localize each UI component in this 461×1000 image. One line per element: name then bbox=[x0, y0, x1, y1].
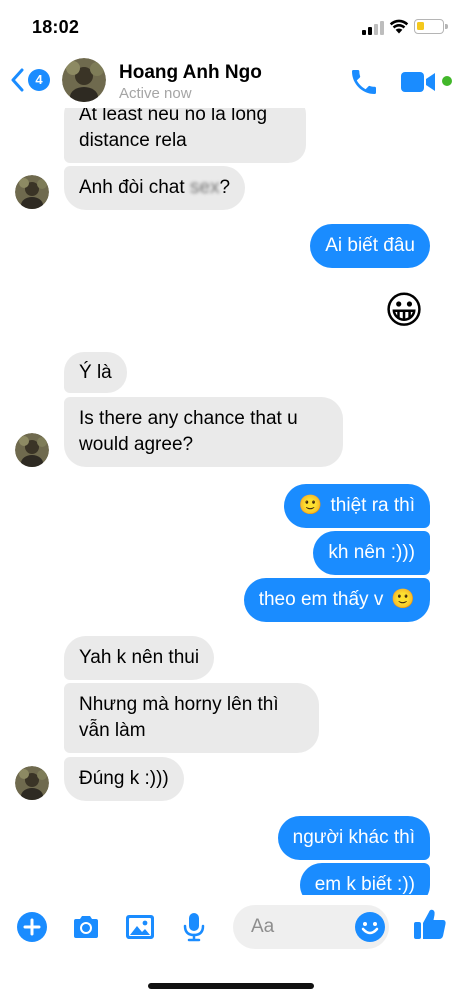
contact-status: Active now bbox=[119, 85, 192, 102]
message-text: Đúng k :))) bbox=[79, 768, 169, 789]
cellular-signal-icon bbox=[362, 21, 384, 35]
incoming-message[interactable]: Is there any chance that u would agree? bbox=[64, 397, 343, 467]
contact-avatar[interactable] bbox=[62, 58, 106, 102]
incoming-message[interactable]: Ý là bbox=[64, 352, 127, 393]
plus-icon bbox=[17, 912, 47, 942]
status-time: 18:02 bbox=[32, 17, 80, 37]
message-text: theo em thấy v bbox=[258, 589, 384, 610]
video-camera-icon bbox=[401, 72, 435, 92]
message-text: kh nên :))) bbox=[328, 542, 415, 563]
camera-button[interactable] bbox=[70, 911, 102, 943]
call-button[interactable] bbox=[348, 66, 380, 98]
message-text: At least neu no la long distance rela bbox=[79, 104, 268, 151]
outgoing-message[interactable]: kh nên :))) bbox=[313, 531, 430, 575]
message-text: Nhưng mà horny lên thì vẫn làm bbox=[79, 694, 279, 741]
incoming-message[interactable]: Yah k nên thui bbox=[64, 636, 215, 680]
like-button[interactable] bbox=[412, 907, 448, 943]
contact-avatar[interactable] bbox=[15, 175, 49, 209]
battery-icon bbox=[414, 19, 448, 34]
microphone-icon bbox=[183, 913, 205, 942]
outgoing-message[interactable]: Ai biết đâu bbox=[310, 224, 430, 268]
emoji-button[interactable] bbox=[354, 911, 386, 943]
conversation-header: 4 Hoang Anh Ngo Active now bbox=[0, 52, 461, 108]
contact-name[interactable]: Hoang Anh Ngo bbox=[119, 62, 262, 84]
emoji-message[interactable]: 😀 bbox=[382, 289, 426, 333]
censored-word: sex bbox=[189, 177, 220, 198]
battery-level bbox=[417, 22, 424, 30]
unread-count-badge: 4 bbox=[28, 69, 50, 91]
message-text: Yah k nên thui bbox=[79, 647, 200, 668]
more-actions-button[interactable] bbox=[16, 911, 48, 943]
back-button[interactable]: 4 bbox=[10, 64, 50, 94]
message-text: thiệt ra thì bbox=[330, 495, 416, 516]
smiley-icon bbox=[355, 912, 385, 942]
outgoing-message[interactable]: theo em thấy v 🙂 bbox=[243, 578, 430, 622]
incoming-message[interactable]: Anh đòi chat sex? bbox=[64, 166, 246, 210]
wifi-icon bbox=[389, 18, 409, 34]
incoming-message[interactable]: Đúng k :))) bbox=[64, 757, 184, 801]
contact-avatar[interactable] bbox=[15, 766, 49, 800]
thumbs-up-icon bbox=[414, 909, 446, 939]
message-thread[interactable]: At least neu no la long distance rela An… bbox=[0, 0, 461, 907]
back-chevron-icon bbox=[11, 68, 24, 92]
outgoing-message[interactable]: người khác thì bbox=[277, 816, 430, 860]
home-indicator bbox=[148, 983, 314, 989]
camera-icon bbox=[74, 916, 98, 938]
slightly-smiling-emoji: 🙂 bbox=[298, 495, 323, 516]
message-text: Anh đòi chat bbox=[79, 177, 190, 198]
gallery-button[interactable] bbox=[124, 911, 156, 943]
message-text: người khác thì bbox=[292, 827, 415, 848]
message-text: Is there any chance that u would agree? bbox=[79, 408, 298, 455]
status-bar: 18:02 bbox=[0, 0, 461, 52]
active-status-dot bbox=[442, 76, 452, 86]
message-text-end: ? bbox=[219, 177, 231, 198]
message-composer bbox=[0, 895, 461, 1000]
slightly-smiling-emoji: 🙂 bbox=[391, 589, 415, 610]
incoming-message[interactable]: Nhưng mà horny lên thì vẫn làm bbox=[64, 683, 319, 753]
grinning-face-emoji: 😀 bbox=[384, 290, 424, 332]
image-icon bbox=[126, 915, 154, 939]
message-text: Ai biết đâu bbox=[325, 235, 415, 256]
phone-icon bbox=[352, 70, 376, 94]
message-text: Ý là bbox=[79, 361, 112, 383]
contact-avatar[interactable] bbox=[15, 433, 49, 467]
voice-record-button[interactable] bbox=[178, 911, 210, 943]
outgoing-message[interactable]: 🙂 thiệt ra thì bbox=[283, 484, 430, 528]
